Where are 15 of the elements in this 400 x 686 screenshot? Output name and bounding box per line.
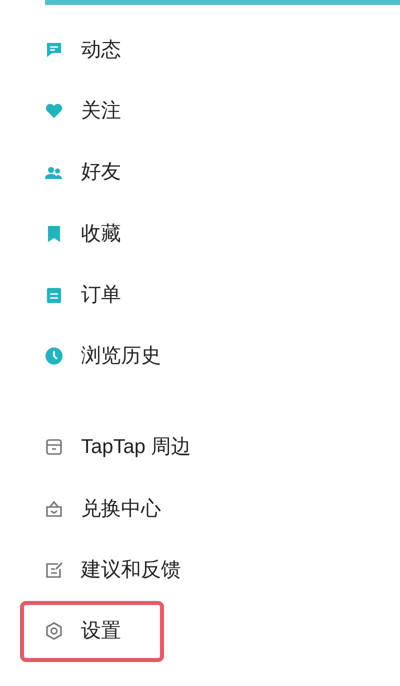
menu-item[interactable]: TapTap 周边: [20, 416, 206, 478]
bag-icon: [44, 498, 64, 519]
clock-icon: [44, 346, 64, 366]
menu-item[interactable]: 好友: [20, 142, 164, 203]
menu-item[interactable]: 订单: [20, 264, 164, 326]
box-icon: [44, 437, 64, 458]
menu-item[interactable]: 收藏: [20, 202, 164, 264]
menu-item[interactable]: 设置: [20, 600, 164, 662]
menu-item[interactable]: 动态: [20, 19, 164, 80]
settings-icon: [44, 621, 64, 642]
menu-item[interactable]: 兑换中心: [20, 478, 175, 540]
menu-item[interactable]: 浏览历史: [20, 325, 175, 387]
menu-item[interactable]: 关注: [20, 80, 164, 142]
edit-icon: [44, 560, 64, 580]
menu-item[interactable]: 建议和反馈: [20, 539, 195, 601]
